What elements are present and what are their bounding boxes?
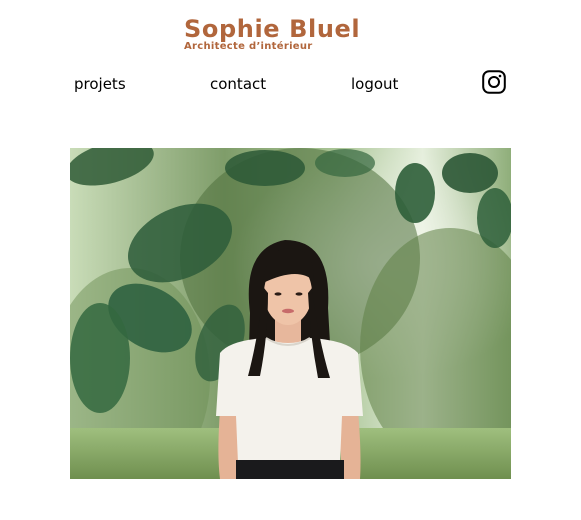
nav-link-logout[interactable]: logout — [351, 74, 398, 94]
logo-subtitle: Architecte d’intérieur — [184, 41, 313, 52]
nav-link-contact[interactable]: contact — [210, 74, 266, 94]
instagram-icon[interactable] — [482, 70, 506, 94]
nav-link-projets[interactable]: projets — [74, 74, 126, 94]
logo[interactable]: Sophie Bluel Architecte d’intérieur — [184, 16, 424, 53]
hero-photo — [70, 148, 511, 479]
logo-title: Sophie Bluel — [184, 15, 361, 43]
